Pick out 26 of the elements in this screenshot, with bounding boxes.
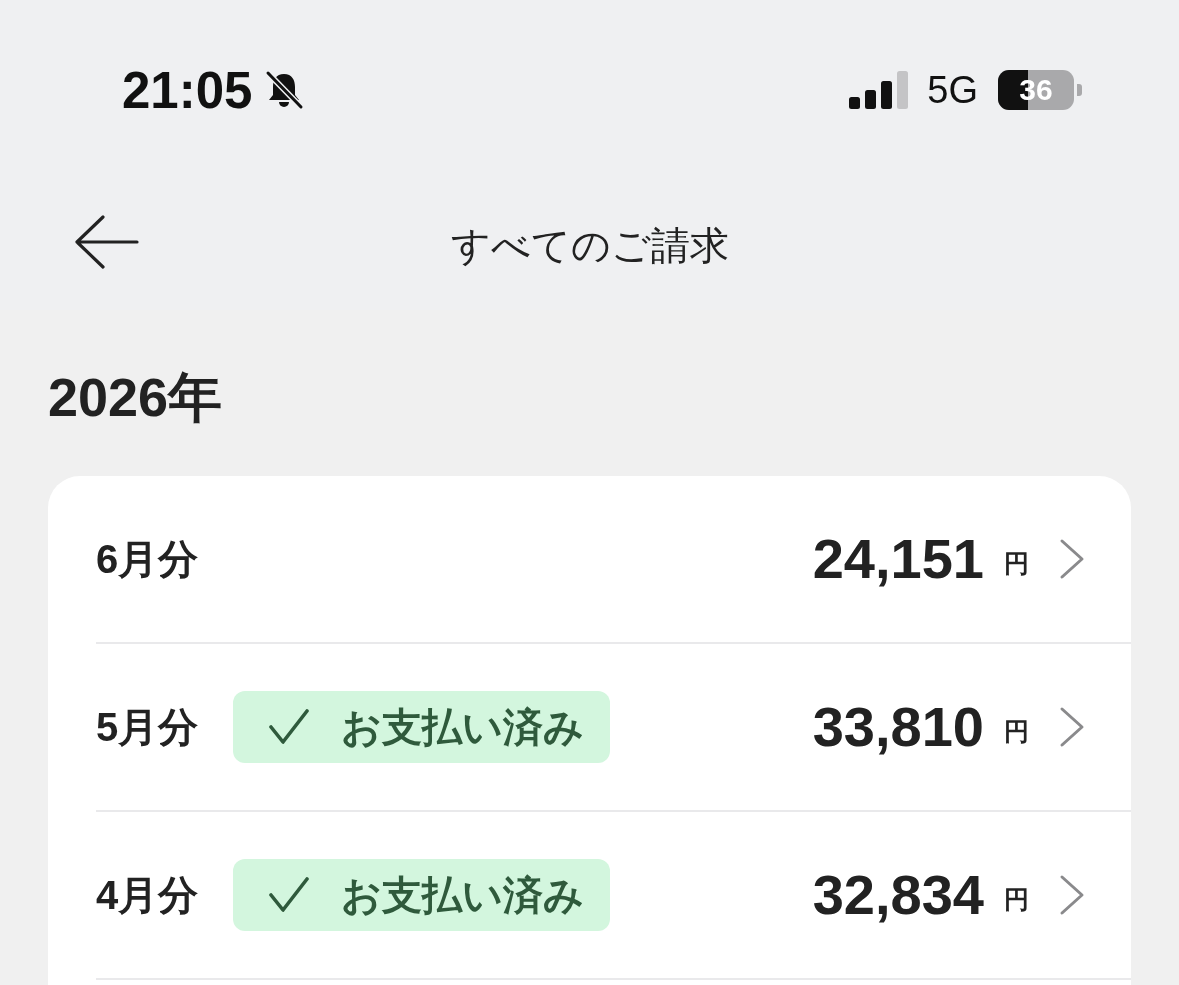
currency-label: 円 [1004, 718, 1029, 744]
bell-slash-icon [264, 70, 305, 110]
month-label: 5月分 [96, 707, 199, 747]
status-time: 21:05 [122, 64, 253, 116]
bill-row[interactable]: 4月分 お支払い済み 32,834 円 [96, 812, 1131, 980]
chevron-right-icon [1059, 874, 1085, 916]
amount-value: 24,151 [812, 531, 984, 587]
check-icon [269, 709, 310, 745]
bill-row[interactable]: 6月分 24,151 円 [96, 476, 1131, 644]
chevron-right-icon [1059, 538, 1085, 580]
amount-value: 33,810 [812, 699, 984, 755]
signal-icon [849, 71, 910, 109]
amount-value: 32,834 [812, 867, 984, 923]
chevron-right-icon [1059, 706, 1085, 748]
paid-badge-text: お支払い済み [341, 707, 585, 747]
currency-label: 円 [1004, 550, 1029, 576]
page-title: すべてのご請求 [450, 225, 729, 265]
network-label: 5G [927, 71, 978, 109]
back-arrow-icon[interactable] [75, 215, 139, 269]
paid-badge-text: お支払い済み [341, 875, 585, 915]
month-label: 4月分 [96, 875, 199, 915]
year-heading: 2026年 [48, 368, 223, 426]
check-icon [269, 877, 310, 913]
bill-row[interactable]: 5月分 お支払い済み 33,810 円 [96, 644, 1131, 812]
month-label: 6月分 [96, 539, 199, 579]
currency-label: 円 [1004, 886, 1029, 912]
